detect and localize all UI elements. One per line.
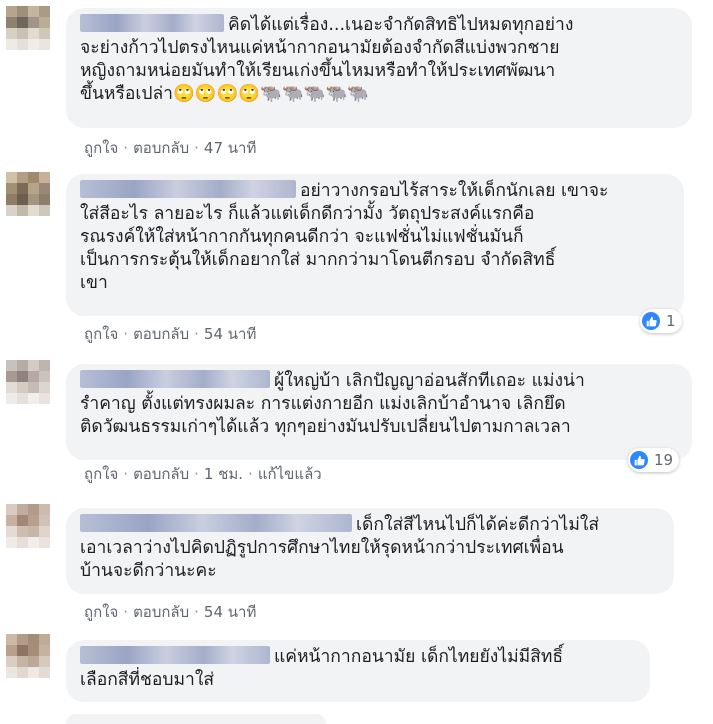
timestamp-link[interactable]: 54 นาที [204, 600, 256, 624]
avatar[interactable] [6, 504, 50, 548]
separator: · [123, 325, 129, 343]
comment-line: เอาเวลาว่างไปคิดปฏิรูปการศึกษาไทยให้รุดห… [80, 538, 564, 558]
commenter-name[interactable] [80, 514, 352, 532]
commenter-name[interactable] [80, 14, 224, 32]
comment-line: ใส่สีอะไร ลายอะไร ก็แล้วแต่เด็กดีกว่ามั้… [80, 204, 535, 224]
timestamp-link[interactable]: 1 ชม. [204, 462, 243, 486]
like-link[interactable]: ถูกใจ [84, 322, 118, 346]
separator: · [123, 603, 129, 621]
comment-line: ติดวัฒนธรรมเก่าๆได้แล้ว ทุกๆอย่างมันปรับ… [80, 417, 571, 437]
comment-line: รณรงค์ให้ใส่หน้ากากกันทุกคนดีกว่า จะแฟชั… [80, 227, 524, 247]
comment-line: คิดได้แต่เรื่อง...เนอะจำกัดสิทธิไปหมดทุก… [228, 15, 574, 35]
timestamp-link[interactable]: 54 นาที [204, 322, 256, 346]
separator: · [194, 465, 199, 483]
comment-text: แค่หน้ากากอนามัย เด็กไทยยังไม่มีสิทธิ์ เ… [80, 646, 636, 692]
avatar[interactable] [6, 634, 50, 678]
comment-line: แค่หน้ากากอนามัย เด็กไทยยังไม่มีสิทธิ์ [274, 647, 564, 667]
next-comment-bubble [66, 714, 326, 724]
comment-line: ขึ้นหรือเปล่า🙄🙄🙄🙄🐃🐃🐃🐃🐃 [80, 84, 370, 104]
comment-line: เป็นการกระตุ้นให้เด็กอยากใส่ มากกว่ามาโด… [80, 250, 556, 270]
comment-line: ผู้ใหญ่บ้า เลิกปัญญาอ่อนสักทีเถอะ แม่งน่… [274, 371, 585, 391]
reply-link[interactable]: ตอบกลับ [133, 462, 189, 486]
comment-text: เด็กใส่สีไหนไปก็ได้ค่ะดีกว่าไม่ใส่ เอาเว… [80, 514, 660, 583]
comment-line: เลือกสีที่ชอบมาใส่ [80, 670, 215, 690]
comment-line: เด็กใส่สีไหนไปก็ได้ค่ะดีกว่าไม่ใส่ [356, 515, 600, 535]
avatar[interactable] [6, 172, 50, 216]
reaction-count[interactable]: 19 [628, 448, 680, 472]
comment-actions: ถูกใจ · ตอบกลับ · 47 นาที [84, 136, 256, 160]
reaction-count-value: 19 [654, 451, 674, 469]
separator: · [123, 465, 129, 483]
comment-bubble: เด็กใส่สีไหนไปก็ได้ค่ะดีกว่าไม่ใส่ เอาเว… [66, 508, 674, 594]
comment-line: อย่าวางกรอบไร้สาระให้เด็กนักเลย เขาจะ [300, 181, 609, 201]
commenter-name[interactable] [80, 370, 270, 388]
comment-line: รำคาญ ตั้งแต่ทรงผมละ การแต่งกายอีก แม่งเ… [80, 394, 566, 414]
comment-text: ผู้ใหญ่บ้า เลิกปัญญาอ่อนสักทีเถอะ แม่งน่… [80, 370, 678, 439]
reaction-count-value: 1 [666, 312, 676, 330]
comment-line: หญิงถามหน่อยมันทำให้เรียนเก่งขึ้นไหมหรือ… [80, 61, 556, 81]
thumbs-up-icon [630, 451, 648, 469]
comment-bubble: แค่หน้ากากอนามัย เด็กไทยยังไม่มีสิทธิ์ เ… [66, 640, 650, 702]
comment-bubble: อย่าวางกรอบไร้สาระให้เด็กนักเลย เขาจะ ใส… [66, 174, 684, 316]
comment-actions: ถูกใจ · ตอบกลับ · 1 ชม. · แก้ไขแล้ว [84, 462, 322, 486]
separator: · [194, 139, 199, 157]
avatar[interactable] [6, 6, 50, 50]
separator: · [194, 325, 199, 343]
comment-actions: ถูกใจ · ตอบกลับ · 54 นาที [84, 322, 256, 346]
comment-line: บ้านจะดีกว่านะคะ [80, 561, 217, 581]
avatar[interactable] [6, 360, 50, 404]
like-link[interactable]: ถูกใจ [84, 600, 118, 624]
comment-bubble: คิดได้แต่เรื่อง...เนอะจำกัดสิทธิไปหมดทุก… [66, 8, 692, 128]
timestamp-link[interactable]: 47 นาที [204, 136, 256, 160]
comment-bubble: ผู้ใหญ่บ้า เลิกปัญญาอ่อนสักทีเถอะ แม่งน่… [66, 364, 692, 460]
reply-link[interactable]: ตอบกลับ [133, 322, 189, 346]
commenter-name[interactable] [80, 180, 296, 198]
comment-text: คิดได้แต่เรื่อง...เนอะจำกัดสิทธิไปหมดทุก… [80, 14, 678, 106]
reply-link[interactable]: ตอบกลับ [133, 600, 189, 624]
like-link[interactable]: ถูกใจ [84, 136, 118, 160]
comment-line: เขา [80, 273, 108, 293]
like-link[interactable]: ถูกใจ [84, 462, 118, 486]
separator: · [194, 603, 199, 621]
thumbs-up-icon [642, 312, 660, 330]
commenter-name[interactable] [80, 646, 270, 664]
reaction-count[interactable]: 1 [640, 309, 682, 333]
comment-line: จะย่างก้าวไปตรงไหนแค่หน้ากากอนามัยต้องจำ… [80, 38, 560, 58]
separator: · [123, 139, 129, 157]
comment-text: อย่าวางกรอบไร้สาระให้เด็กนักเลย เขาจะ ใส… [80, 180, 670, 295]
comment-actions: ถูกใจ · ตอบกลับ · 54 นาที [84, 600, 256, 624]
separator: · [248, 465, 253, 483]
edited-link[interactable]: แก้ไขแล้ว [258, 462, 322, 486]
reply-link[interactable]: ตอบกลับ [133, 136, 189, 160]
